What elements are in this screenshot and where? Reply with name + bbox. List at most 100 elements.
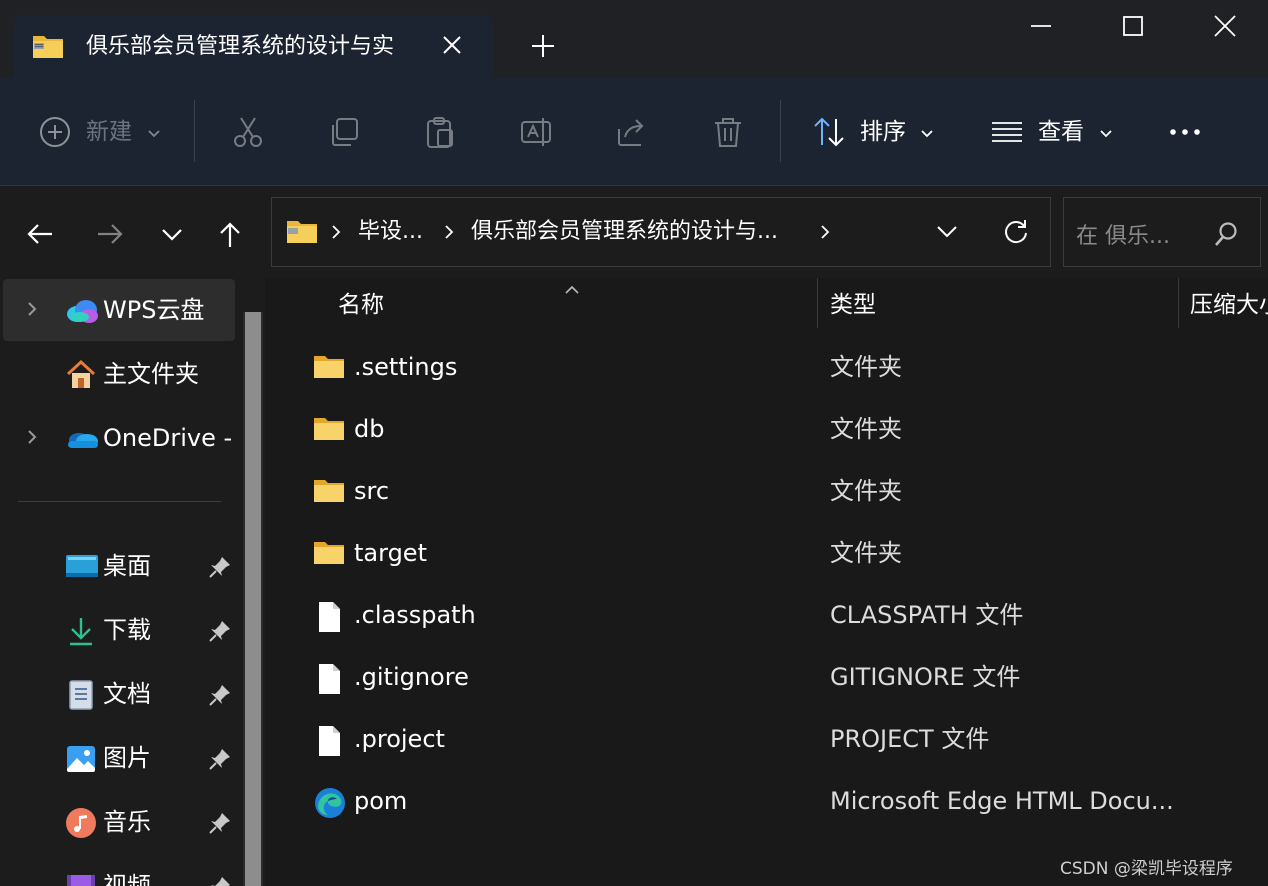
pin-icon[interactable] [208, 555, 232, 583]
file-list: 名称 类型 压缩大小 .settings 文件夹 db 文件夹 src 文件夹 … [275, 278, 1268, 886]
sort-button[interactable]: 排序 [860, 117, 906, 147]
recent-locations-chevron-icon[interactable] [156, 218, 188, 250]
breadcrumb-item[interactable]: 毕设... [358, 217, 423, 247]
tab-current[interactable]: 俱乐部会员管理系统的设计与实 [14, 15, 493, 78]
close-icon[interactable] [1202, 10, 1248, 42]
file-row[interactable]: .settings 文件夹 [275, 338, 1268, 400]
sidebar-item-desktop[interactable]: 桌面 [3, 535, 235, 597]
pin-icon[interactable] [208, 747, 232, 775]
rename-icon[interactable] [519, 115, 553, 149]
forward-arrow-icon[interactable] [94, 218, 126, 250]
separator [780, 100, 781, 162]
file-type: CLASSPATH 文件 [830, 601, 1024, 629]
sidebar-item-downloads[interactable]: 下载 [3, 599, 235, 661]
file-icon [313, 724, 347, 758]
more-icon[interactable] [1168, 115, 1202, 149]
zip-folder-icon [32, 32, 64, 64]
file-row[interactable]: src 文件夹 [275, 462, 1268, 524]
address-bar[interactable]: 毕设... 俱乐部会员管理系统的设计与... [271, 197, 1051, 267]
sidebar-item-label: 图片 [103, 744, 151, 772]
file-row[interactable]: .gitignore GITIGNORE 文件 [275, 648, 1268, 710]
file-row[interactable]: .project PROJECT 文件 [275, 710, 1268, 772]
view-button[interactable]: 查看 [1038, 117, 1084, 147]
delete-icon[interactable] [711, 115, 745, 149]
plus-circle-icon[interactable] [38, 115, 72, 149]
sidebar-item-label: 视频 [103, 872, 151, 886]
copy-icon[interactable] [327, 115, 361, 149]
expand-chevron-icon[interactable] [25, 299, 39, 323]
column-header-compressed-size[interactable]: 压缩大小 [1190, 290, 1268, 320]
file-icon [313, 600, 347, 634]
sidebar-divider [18, 501, 221, 502]
zip-folder-icon [286, 217, 318, 249]
new-button[interactable]: 新建 [86, 117, 132, 147]
view-icon[interactable] [990, 115, 1024, 149]
file-row[interactable]: pom Microsoft Edge HTML Docu... [275, 772, 1268, 834]
desktop-icon [65, 551, 98, 583]
sidebar-item-label: 主文件夹 [103, 360, 199, 388]
file-row[interactable]: db 文件夹 [275, 400, 1268, 462]
file-name: .gitignore [354, 663, 469, 691]
pictures-icon [65, 743, 97, 775]
file-name: .settings [354, 353, 458, 381]
file-row[interactable]: target 文件夹 [275, 524, 1268, 586]
pin-icon[interactable] [208, 811, 232, 839]
file-type: 文件夹 [830, 477, 902, 505]
file-type: 文件夹 [830, 539, 902, 567]
column-header-type[interactable]: 类型 [830, 290, 876, 320]
tab-close-icon[interactable] [438, 31, 466, 59]
file-name: .project [354, 725, 445, 753]
sidebar-item-onedrive[interactable]: OneDrive - [3, 407, 235, 469]
chevron-down-icon [920, 124, 934, 143]
share-icon[interactable] [615, 115, 649, 149]
sidebar-item-pictures[interactable]: 图片 [3, 727, 235, 789]
paste-icon[interactable] [423, 115, 457, 149]
column-header-name[interactable]: 名称 [338, 290, 384, 320]
breadcrumb-separator-icon [443, 224, 455, 244]
documents-icon [65, 679, 97, 711]
music-icon [65, 807, 97, 839]
search-input[interactable]: 在 俱乐... [1063, 197, 1261, 267]
file-name: target [354, 539, 427, 567]
videos-icon [65, 871, 97, 886]
search-icon[interactable] [1212, 220, 1240, 252]
chevron-down-icon [1099, 124, 1113, 143]
pin-icon[interactable] [208, 619, 232, 647]
title-bar: 俱乐部会员管理系统的设计与实 [0, 0, 1268, 78]
column-separator[interactable] [817, 278, 818, 328]
pin-icon[interactable] [208, 875, 232, 886]
watermark: CSDN @梁凯毕设程序 [1060, 859, 1233, 879]
file-type: 文件夹 [830, 353, 902, 381]
column-separator[interactable] [1178, 278, 1179, 328]
address-history-chevron-icon[interactable] [935, 222, 959, 246]
edge-icon [313, 786, 347, 820]
separator [194, 100, 195, 162]
new-tab-icon[interactable] [528, 31, 558, 61]
folder-icon [313, 352, 347, 386]
breadcrumb-item[interactable]: 俱乐部会员管理系统的设计与... [471, 217, 778, 247]
pin-icon[interactable] [208, 683, 232, 711]
sidebar-item-home[interactable]: 主文件夹 [3, 343, 235, 405]
command-bar: 新建 排序 查看 [0, 78, 1268, 186]
up-arrow-icon[interactable] [214, 218, 246, 250]
expand-chevron-icon[interactable] [25, 427, 39, 451]
file-row[interactable]: .classpath CLASSPATH 文件 [275, 586, 1268, 648]
sort-icon[interactable] [812, 115, 846, 149]
file-type: Microsoft Edge HTML Docu... [830, 787, 1174, 815]
sidebar-item-label: 音乐 [103, 808, 151, 836]
sidebar-item-label: 桌面 [103, 552, 151, 580]
refresh-icon[interactable] [1002, 218, 1030, 250]
file-name: .classpath [354, 601, 476, 629]
file-type: GITIGNORE 文件 [830, 663, 1021, 691]
sidebar-scrollbar-thumb[interactable] [245, 312, 261, 886]
minimize-icon[interactable] [1018, 10, 1064, 42]
cut-icon[interactable] [231, 115, 265, 149]
breadcrumb-separator-icon [330, 224, 342, 244]
sidebar-item-wps-cloud[interactable]: WPS云盘 [3, 279, 235, 341]
back-arrow-icon[interactable] [24, 218, 56, 250]
maximize-icon[interactable] [1110, 10, 1156, 42]
sidebar-item-videos[interactable]: 视频 [3, 855, 235, 886]
sidebar-item-music[interactable]: 音乐 [3, 791, 235, 853]
search-placeholder: 在 俱乐... [1076, 224, 1170, 249]
sidebar-item-documents[interactable]: 文档 [3, 663, 235, 725]
